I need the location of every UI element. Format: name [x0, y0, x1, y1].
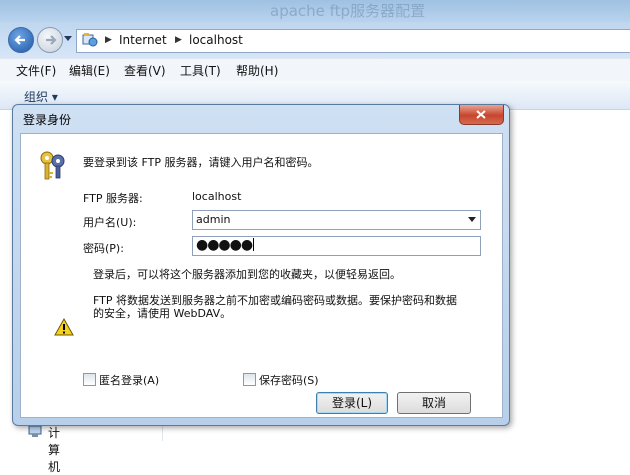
warning-icon — [54, 318, 74, 336]
username-value: admin — [196, 213, 231, 226]
forward-arrow-icon — [46, 35, 57, 45]
save-password-checkbox[interactable] — [243, 373, 256, 386]
navigation-bar: ▶ Internet ▶ localhost — [0, 22, 630, 58]
keys-icon — [40, 151, 65, 180]
menu-tools[interactable]: 工具(T) — [180, 62, 221, 79]
dialog-title: 登录身份 — [23, 113, 72, 127]
password-label: 密码(P): — [83, 242, 124, 255]
organize-button[interactable]: 组织 ▾ — [24, 88, 58, 105]
anonymous-label[interactable]: 匿名登录(A) — [99, 372, 159, 388]
address-bar[interactable]: ▶ Internet ▶ localhost — [76, 29, 630, 53]
forward-button[interactable] — [37, 27, 63, 53]
computer-label: 计算机 — [48, 426, 61, 474]
close-icon — [476, 110, 486, 119]
info-text: 登录后，可以将这个服务器添加到您的收藏夹，以便轻易返回。 — [93, 268, 401, 281]
login-dialog: 登录身份 要登录到该 FTP 服务器，请键入用户名和密码。 FTP 服务器: l… — [12, 104, 510, 426]
cancel-button[interactable]: 取消 — [397, 392, 471, 414]
close-button[interactable] — [459, 105, 504, 125]
recent-pages-dropdown[interactable] — [64, 34, 72, 44]
username-label: 用户名(U): — [83, 216, 137, 229]
window-title: apache ftp服务器配置 — [270, 2, 426, 20]
computer-icon — [28, 426, 42, 437]
menu-bar: 文件(F) 编辑(E) 查看(V) 工具(T) 帮助(H) — [0, 58, 630, 81]
dialog-content: 要登录到该 FTP 服务器，请键入用户名和密码。 FTP 服务器: localh… — [20, 133, 503, 418]
chevron-down-icon[interactable] — [468, 217, 476, 222]
menu-help[interactable]: 帮助(H) — [236, 62, 278, 79]
server-label: FTP 服务器: — [83, 192, 143, 205]
menu-edit[interactable]: 编辑(E) — [69, 62, 110, 79]
breadcrumb-internet[interactable]: Internet — [119, 33, 167, 47]
breadcrumb-chevron-icon: ▶ — [175, 35, 182, 45]
username-combobox[interactable]: admin — [192, 210, 481, 230]
login-button[interactable]: 登录(L) — [316, 392, 388, 414]
back-button[interactable] — [8, 27, 34, 53]
password-mask: ●●●●● — [196, 237, 253, 253]
menu-file[interactable]: 文件(F) — [16, 62, 56, 79]
password-field[interactable]: ●●●●● — [192, 236, 481, 256]
text-caret — [253, 238, 255, 251]
window-titlebar: apache ftp服务器配置 — [0, 0, 630, 22]
menu-view[interactable]: 查看(V) — [124, 62, 166, 79]
server-value: localhost — [192, 190, 242, 203]
back-arrow-icon — [14, 35, 25, 45]
ftp-location-icon — [82, 33, 98, 47]
login-prompt: 要登录到该 FTP 服务器，请键入用户名和密码。 — [83, 156, 319, 169]
save-password-label[interactable]: 保存密码(S) — [259, 372, 319, 388]
breadcrumb-chevron-icon: ▶ — [105, 35, 112, 45]
warning-text-line2: 的安全，请使用 WebDAV。 — [93, 307, 232, 320]
anonymous-checkbox[interactable] — [83, 373, 96, 386]
breadcrumb-localhost[interactable]: localhost — [189, 33, 243, 47]
